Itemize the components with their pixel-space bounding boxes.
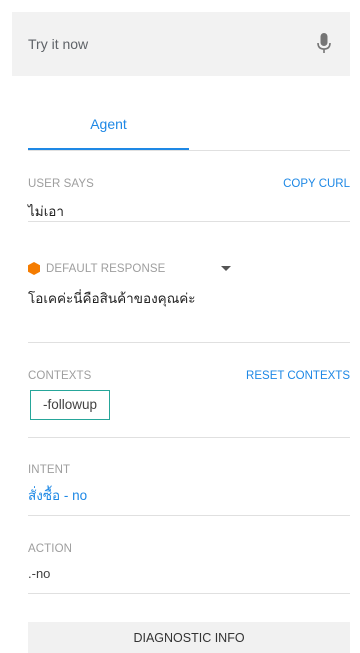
action-label: ACTION xyxy=(28,543,73,555)
microphone-icon[interactable] xyxy=(314,31,334,57)
context-chip[interactable]: -followup xyxy=(30,390,111,420)
response-value: โอเคค่ะนี่คือสินค้าของคุณค่ะ xyxy=(28,291,196,306)
action-section: ACTION .-no xyxy=(28,543,350,594)
intent-label: INTENT xyxy=(28,464,71,476)
contexts-section: CONTEXTS RESET CONTEXTS -followup xyxy=(28,370,350,438)
copy-curl-link[interactable]: COPY CURL xyxy=(283,178,350,190)
default-response-label: DEFAULT RESPONSE xyxy=(46,262,166,275)
user-says-value: ไม่เอา xyxy=(28,204,64,219)
tab-bar: Agent xyxy=(28,100,350,151)
contexts-label: CONTEXTS xyxy=(28,370,92,382)
user-says-section: USER SAYS COPY CURL ไม่เอา xyxy=(28,178,350,222)
intent-section: INTENT สั่งซื้อ - no xyxy=(28,464,350,516)
chevron-down-icon[interactable] xyxy=(221,266,232,271)
response-section: DEFAULT RESPONSE โอเคค่ะนี่คือสินค้าของค… xyxy=(28,262,350,343)
try-it-now-placeholder[interactable]: Try it now xyxy=(28,36,88,52)
action-value: .-no xyxy=(28,566,51,581)
diagnostic-info-button[interactable]: DIAGNOSTIC INFO xyxy=(28,622,350,653)
try-it-now-input[interactable]: Try it now xyxy=(12,12,350,76)
intent-link[interactable]: สั่งซื้อ - no xyxy=(28,484,350,506)
tab-agent[interactable]: Agent xyxy=(28,100,189,150)
hexagon-icon xyxy=(28,262,40,275)
user-says-label: USER SAYS xyxy=(28,178,94,190)
reset-contexts-link[interactable]: RESET CONTEXTS xyxy=(246,370,350,382)
